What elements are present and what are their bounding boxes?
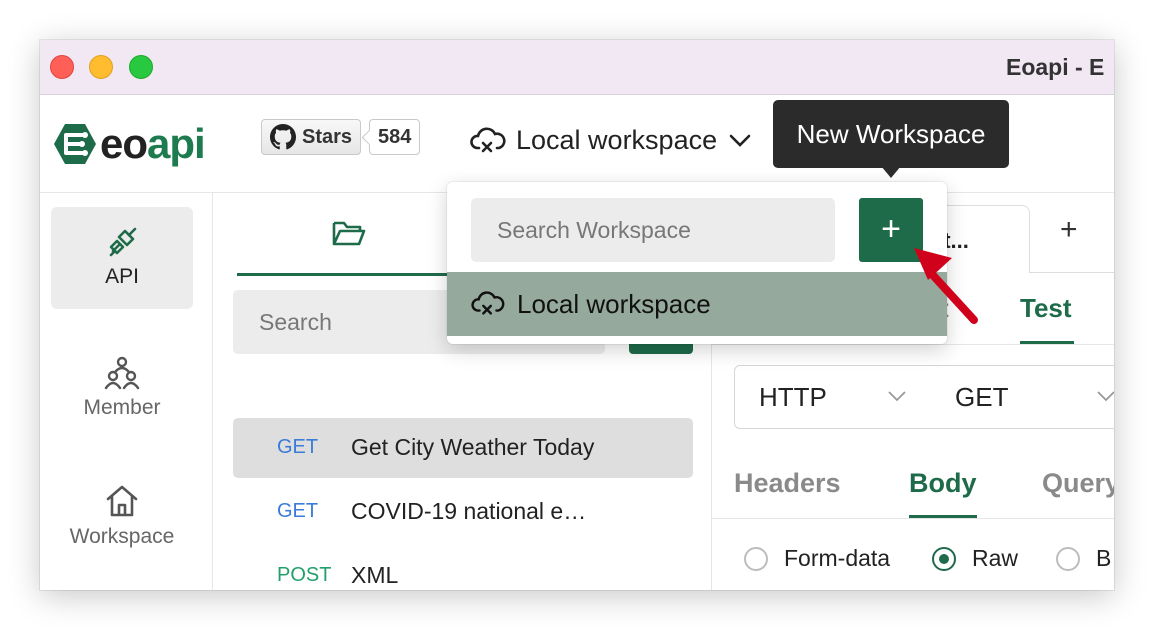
annotation-arrow-icon [914,248,978,324]
sidebar-item-label: Member [83,396,161,419]
app-window: Eoapi - E eoapi Stars 584 Local workspac… [40,40,1114,590]
workspace-dropdown: Search Workspace + Local workspace [447,182,947,344]
window-title: Eoapi - E [1006,54,1105,80]
radio-binary[interactable]: B [1056,545,1111,572]
github-icon [270,124,296,150]
tab-query[interactable]: Query [1042,468,1114,499]
api-method-badge: POST [277,564,332,586]
title-bar: Eoapi - E [40,40,1114,95]
api-method-badge: GET [277,436,319,458]
sidebar-item-label: Workspace [69,525,175,548]
cloud-off-icon [471,291,505,315]
tab-headers[interactable]: Headers [734,468,841,499]
new-workspace-tooltip: New Workspace [773,100,1009,178]
subtab-divider [712,344,1114,345]
protocol-value: HTTP [759,382,827,412]
plug-icon [109,227,137,257]
workspace-switcher-label: Local workspace [516,125,718,155]
sidebar-item-workspace[interactable]: Workspace [51,465,193,567]
subtab-test[interactable]: Test [1020,293,1072,324]
workspace-item-local[interactable]: Local workspace [447,272,947,336]
api-list-item[interactable]: GET Get City Weather Today [233,418,693,478]
radio-circle [1056,546,1080,571]
radio-circle [932,546,956,571]
sidebar-item-label: API [105,265,139,288]
tab-strip-divider [1030,272,1114,273]
method-select[interactable]: GET [931,365,1114,429]
minimize-window-button[interactable] [89,55,113,79]
workspace-search-input[interactable]: Search Workspace [471,198,835,262]
chevron-down-icon [729,134,751,147]
tab-api-tree[interactable] [237,193,461,276]
radio-circle [744,546,768,571]
api-list-item[interactable]: GET COVID-19 national e… [233,482,693,542]
radio-raw[interactable]: Raw [932,545,1018,572]
eoapi-logo: eoapi [52,120,206,167]
radio-label: B [1096,545,1112,571]
sidebar: API Member Workspace [40,193,213,590]
chevron-down-icon [888,391,906,402]
tab-body[interactable]: Body [909,468,977,499]
radio-label: Form-data [784,545,891,571]
members-icon [104,356,140,390]
api-add-button[interactable] [629,343,693,354]
logo-wordmark: eoapi [100,120,206,167]
close-window-button[interactable] [50,55,74,79]
api-method-badge: GET [277,500,319,522]
protocol-select[interactable]: HTTP [734,365,932,429]
api-name: XML [351,562,399,588]
logo-text-api: api [147,120,206,167]
folder-open-icon [332,221,366,246]
api-name: Get City Weather Today [351,434,595,460]
api-name: COVID-19 national e… [351,498,587,524]
radio-form-data[interactable]: Form-data [744,545,890,572]
radio-label: Raw [972,545,1019,571]
add-tab-button[interactable]: + [1060,215,1078,245]
logo-text-eo: eo [100,120,148,167]
cloud-off-icon [470,127,506,152]
sidebar-item-api[interactable]: API [51,207,193,309]
github-stars-label: Stars [302,125,353,148]
body-tab-divider [712,518,1114,519]
workspace-item-label: Local workspace [517,289,711,319]
chevron-down-icon [1097,391,1114,402]
workspace-switcher[interactable]: Local workspace [470,125,751,156]
github-stars-button[interactable]: Stars [261,119,362,155]
home-icon [106,485,138,517]
github-stars-count[interactable]: 584 [369,119,421,155]
method-value: GET [955,382,1009,412]
zoom-window-button[interactable] [129,55,153,79]
eoapi-logo-icon [54,124,96,164]
sidebar-item-member[interactable]: Member [51,336,193,438]
api-list-item[interactable]: POST XML [233,546,693,590]
github-stars-widget: Stars 584 [261,119,421,155]
